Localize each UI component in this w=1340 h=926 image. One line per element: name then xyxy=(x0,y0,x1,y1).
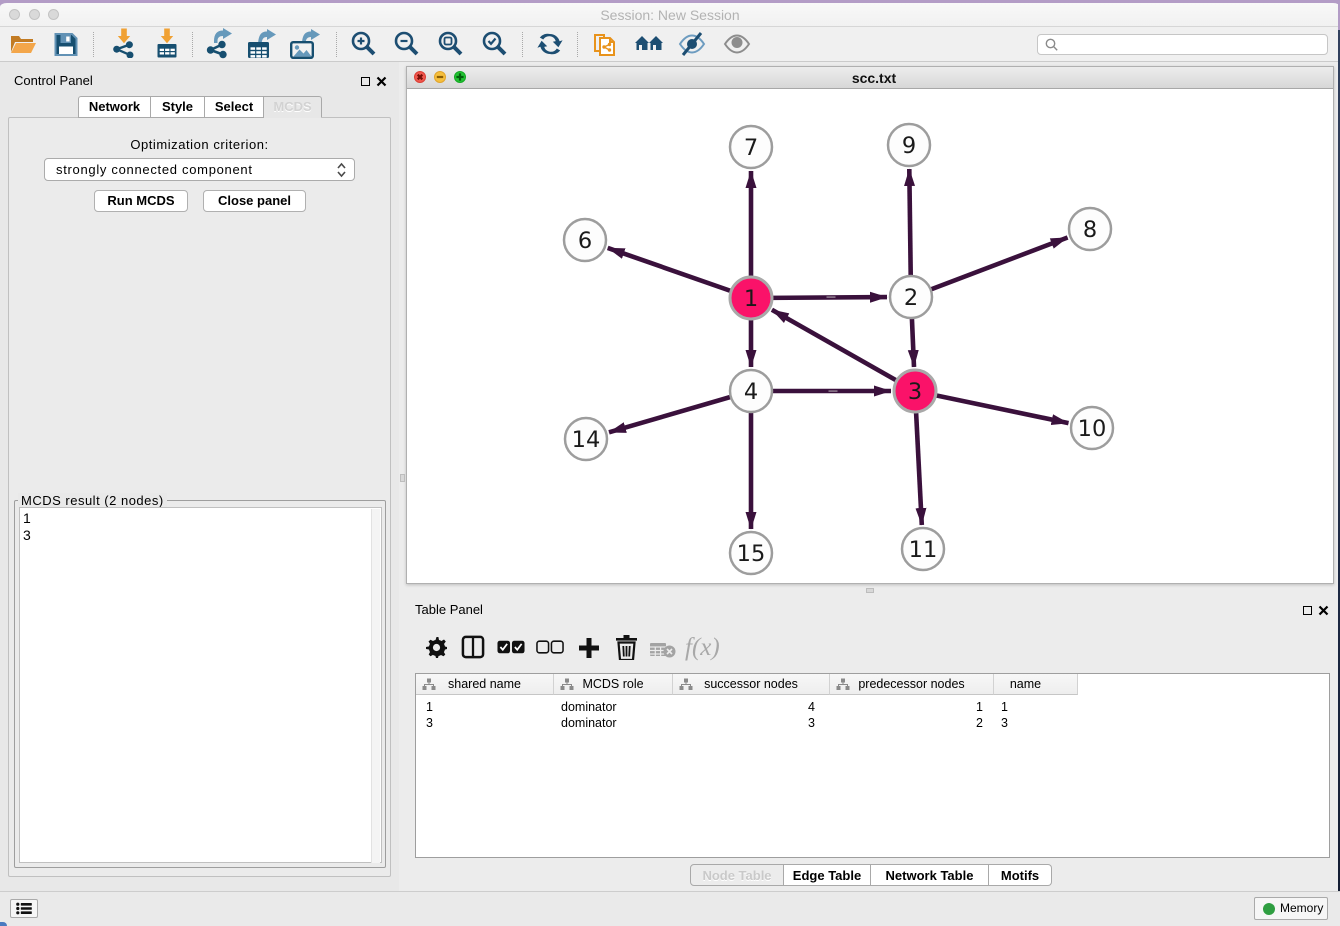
svg-text:15: 15 xyxy=(737,541,766,567)
svg-text:6: 6 xyxy=(578,228,592,254)
svg-text:14: 14 xyxy=(572,427,601,453)
svg-text:7: 7 xyxy=(744,135,758,161)
svg-text:1: 1 xyxy=(744,286,758,312)
svg-text:4: 4 xyxy=(744,379,758,405)
svg-text:9: 9 xyxy=(902,133,916,159)
svg-text:11: 11 xyxy=(909,537,938,563)
svg-text:10: 10 xyxy=(1078,416,1107,442)
svg-text:8: 8 xyxy=(1083,217,1097,243)
svg-text:2: 2 xyxy=(904,285,918,311)
svg-text:3: 3 xyxy=(908,379,922,405)
